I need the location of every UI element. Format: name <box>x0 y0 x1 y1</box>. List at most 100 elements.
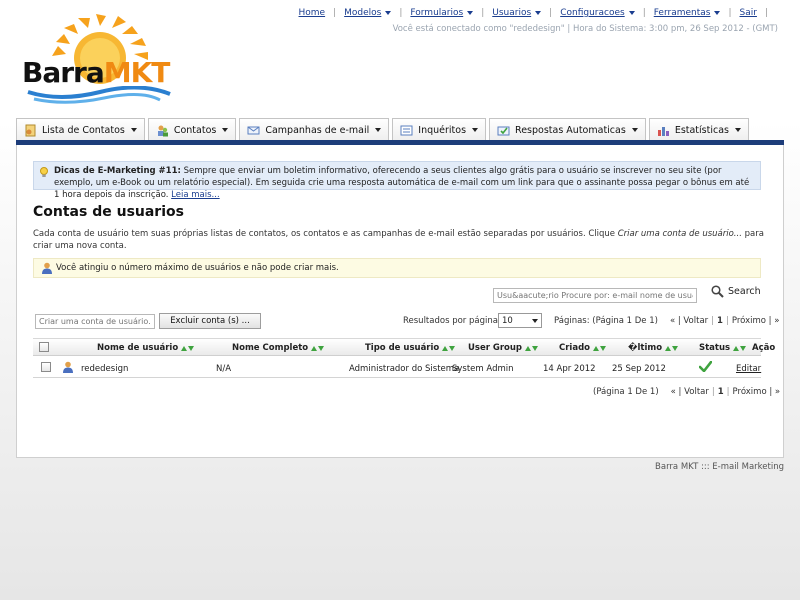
checkmark-status-icon <box>699 361 712 372</box>
user-icon <box>42 262 52 274</box>
results-per-page-select[interactable]: 10 <box>498 313 542 328</box>
marketing-tip: Dicas de E-Marketing #11: Sempre que env… <box>33 161 761 200</box>
row-checkbox[interactable] <box>41 362 51 372</box>
chevron-down-icon <box>535 11 542 15</box>
create-user-input[interactable] <box>35 314 155 329</box>
nav-ferramentas[interactable]: Ferramentas <box>648 8 727 18</box>
email-icon <box>247 126 260 134</box>
sort-arrows-icon[interactable] <box>733 345 747 351</box>
chevron-down-icon <box>631 128 638 132</box>
tab-estatisticas[interactable]: Estatísticas <box>648 118 749 141</box>
logo-text-mkt: MKT <box>103 56 171 89</box>
pager-prev-link[interactable]: « | Voltar <box>671 387 709 397</box>
tab-campanhas-de-email[interactable]: Campanhas de e-mail <box>239 118 390 141</box>
cell-user-type: Administrador do Sistema <box>349 364 460 374</box>
sort-arrows-icon[interactable] <box>311 345 325 351</box>
table-header: Nome de usuário Nome Completo Tipo de us… <box>33 338 775 356</box>
nav-modelos[interactable]: Modelos <box>338 8 397 18</box>
col-header-action: Ação <box>752 343 776 353</box>
chevron-down-icon <box>628 11 635 15</box>
col-header-last[interactable]: �ltimo <box>628 343 679 353</box>
sort-arrows-icon[interactable] <box>442 345 456 351</box>
col-header-username[interactable]: Nome de usuário <box>97 343 195 353</box>
tab-label: Inquéritos <box>418 124 467 136</box>
page-description: Cada conta de usuário tem suas próprias … <box>33 228 768 252</box>
pager-page-info: Páginas: (Página 1 De 1) <box>554 316 658 326</box>
col-header-label: User Group <box>468 343 523 353</box>
wave-icon <box>27 86 171 104</box>
description-create-link-text: Criar uma conta de usuário... <box>617 229 742 239</box>
tab-inqueritos[interactable]: Inquéritos <box>392 118 487 141</box>
nav-usuarios[interactable]: Usuarios <box>486 8 547 18</box>
stats-icon <box>657 126 669 136</box>
autoresponder-icon <box>497 126 510 135</box>
nav-modelos-label: Modelos <box>344 8 382 18</box>
nav-formularios[interactable]: Formularios <box>404 8 479 18</box>
tip-read-more-link[interactable]: Leia mais... <box>171 190 219 200</box>
col-header-user-type[interactable]: Tipo de usuário <box>365 343 456 353</box>
tab-contatos[interactable]: Contatos <box>147 118 237 141</box>
top-navigation: Home | Modelos | Formularios | Usuarios … <box>293 8 770 18</box>
nav-configuracoes[interactable]: Configuracoes <box>554 8 640 18</box>
pager-next-link[interactable]: Próximo | » <box>732 316 780 326</box>
tab-label: Campanhas de e-mail <box>265 124 370 136</box>
col-header-full-name[interactable]: Nome Completo <box>232 343 325 353</box>
chevron-down-icon <box>714 11 721 15</box>
search-input[interactable] <box>493 288 697 303</box>
pager-page-info: (Página 1 De 1) <box>593 387 659 397</box>
sort-arrows-icon[interactable] <box>593 345 607 351</box>
cell-username: rededesign <box>81 364 129 374</box>
pager-bottom: (Página 1 De 1) « | Voltar | 1 | Próximo… <box>593 387 781 397</box>
chevron-down-icon <box>385 11 392 15</box>
tab-label: Contatos <box>173 124 217 136</box>
logo-text-barra: Barra <box>22 56 105 89</box>
nav-home-label: Home <box>298 8 326 18</box>
sort-arrows-icon[interactable] <box>665 345 679 351</box>
nav-separator: | <box>481 8 485 18</box>
tab-lista-de-contatos[interactable]: Lista de Contatos <box>16 118 145 141</box>
pager-current-page: 1 <box>717 387 724 397</box>
pager-next-link[interactable]: Próximo | » <box>733 387 781 397</box>
delete-accounts-button[interactable]: Excluir conta (s) ... <box>159 313 261 329</box>
nav-sair-label: Sair <box>739 8 757 18</box>
col-header-label: �ltimo <box>628 343 663 353</box>
search-button[interactable]: Search <box>711 285 761 298</box>
survey-icon <box>400 125 413 135</box>
col-header-created[interactable]: Criado <box>559 343 607 353</box>
nav-home[interactable]: Home <box>293 8 332 18</box>
search-button-label: Search <box>728 286 761 297</box>
nav-separator: | <box>764 8 768 18</box>
col-header-label: Tipo de usuário <box>365 343 440 353</box>
max-users-warning: Você atingiu o número máximo de usuários… <box>33 258 761 278</box>
chevron-down-icon <box>734 128 741 132</box>
edit-link[interactable]: Editar <box>736 364 761 374</box>
nav-separator: | <box>642 8 646 18</box>
chevron-down-icon <box>222 128 229 132</box>
col-header-label: Status <box>699 343 731 353</box>
pager-prev-link[interactable]: « | Voltar <box>670 316 708 326</box>
sort-arrows-icon[interactable] <box>525 345 539 351</box>
col-header-label: Nome de usuário <box>97 343 179 353</box>
nav-sair[interactable]: Sair <box>734 8 763 18</box>
col-header-status[interactable]: Status <box>699 343 747 353</box>
footer-text: Barra MKT ::: E-mail Marketing <box>655 462 784 472</box>
page-title: Contas de usuarios <box>33 204 184 220</box>
nav-configuracoes-label: Configuracoes <box>560 8 625 18</box>
nav-ferramentas-label: Ferramentas <box>653 8 711 18</box>
sort-arrows-icon[interactable] <box>181 345 195 351</box>
contact-list-icon <box>25 124 36 136</box>
user-icon <box>63 361 73 373</box>
row-divider <box>33 377 761 378</box>
chevron-down-icon <box>375 128 382 132</box>
chevron-down-icon <box>532 318 538 323</box>
cell-full-name: N/A <box>216 364 232 374</box>
nav-separator: | <box>333 8 337 18</box>
nav-separator: | <box>549 8 553 18</box>
pager-top: Páginas: (Página 1 De 1) « | Voltar | 1 … <box>554 316 780 326</box>
description-text: Cada conta de usuário tem suas próprias … <box>33 229 618 239</box>
tab-respostas-automaticas[interactable]: Respostas Automaticas <box>489 118 646 141</box>
barramkt-logo[interactable]: BarraMKT <box>20 14 180 106</box>
col-header-user-group[interactable]: User Group <box>468 343 539 353</box>
select-all-checkbox[interactable] <box>39 342 49 352</box>
nav-formularios-label: Formularios <box>410 8 464 18</box>
